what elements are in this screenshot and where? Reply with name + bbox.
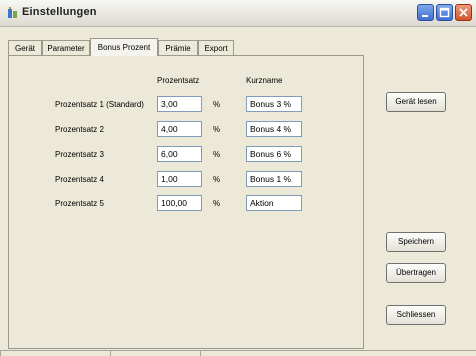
shortname-field-2[interactable]: Bonus 4 % [246, 121, 302, 137]
tab-export[interactable]: Export [198, 40, 234, 55]
tab-panel-bonus-prozent: Prozentsatz Kurzname Prozentsatz 1 (Stan… [8, 55, 364, 349]
read-device-button[interactable]: Gerät lesen [386, 92, 446, 112]
percent-unit-3: % [213, 150, 221, 159]
status-segment-2 [110, 350, 200, 356]
tab-parameter[interactable]: Parameter [42, 40, 90, 55]
row-label-2: Prozentsatz 2 [55, 125, 104, 134]
tab-praemie[interactable]: Prämie [158, 40, 198, 55]
column-header-shortname: Kurzname [246, 76, 283, 85]
percent-unit-4: % [213, 175, 221, 184]
shortname-field-1[interactable]: Bonus 3 % [246, 96, 302, 112]
settings-window: Einstellungen Gerät Parameter Bonus Proz… [0, 0, 476, 356]
percent-field-5[interactable]: 100,00 [157, 195, 202, 211]
row-label-1: Prozentsatz 1 (Standard) [55, 100, 144, 109]
minimize-button[interactable] [417, 4, 434, 21]
shortname-field-4[interactable]: Bonus 1 % [246, 171, 302, 187]
window-title: Einstellungen [22, 6, 97, 18]
close-icon [456, 5, 471, 20]
percent-field-4[interactable]: 1,00 [157, 171, 202, 187]
shortname-field-3[interactable]: Bonus 6 % [246, 146, 302, 162]
minimize-icon [418, 5, 433, 20]
percent-field-2[interactable]: 4,00 [157, 121, 202, 137]
percent-unit-2: % [213, 125, 221, 134]
percent-field-1[interactable]: 3,00 [157, 96, 202, 112]
row-label-5: Prozentsatz 5 [55, 199, 104, 208]
tab-bonus-prozent[interactable]: Bonus Prozent [90, 38, 158, 56]
maximize-icon [437, 5, 452, 20]
status-segment-1 [0, 350, 110, 356]
maximize-button[interactable] [436, 4, 453, 21]
app-icon [7, 7, 19, 19]
title-bar[interactable]: Einstellungen [0, 0, 476, 27]
shortname-field-5[interactable]: Aktion [246, 195, 302, 211]
save-button[interactable]: Speichern [386, 232, 446, 252]
percent-field-3[interactable]: 6,00 [157, 146, 202, 162]
tab-geraet[interactable]: Gerät [8, 40, 42, 55]
percent-unit-1: % [213, 100, 221, 109]
percent-unit-5: % [213, 199, 221, 208]
row-label-3: Prozentsatz 3 [55, 150, 104, 159]
transfer-button[interactable]: Übertragen [386, 263, 446, 283]
status-bar [0, 350, 476, 356]
close-button[interactable]: Schliessen [386, 305, 446, 325]
close-window-button[interactable] [455, 4, 472, 21]
row-label-4: Prozentsatz 4 [55, 175, 104, 184]
status-segment-3 [200, 350, 476, 356]
column-header-percent: Prozentsatz [157, 76, 200, 85]
